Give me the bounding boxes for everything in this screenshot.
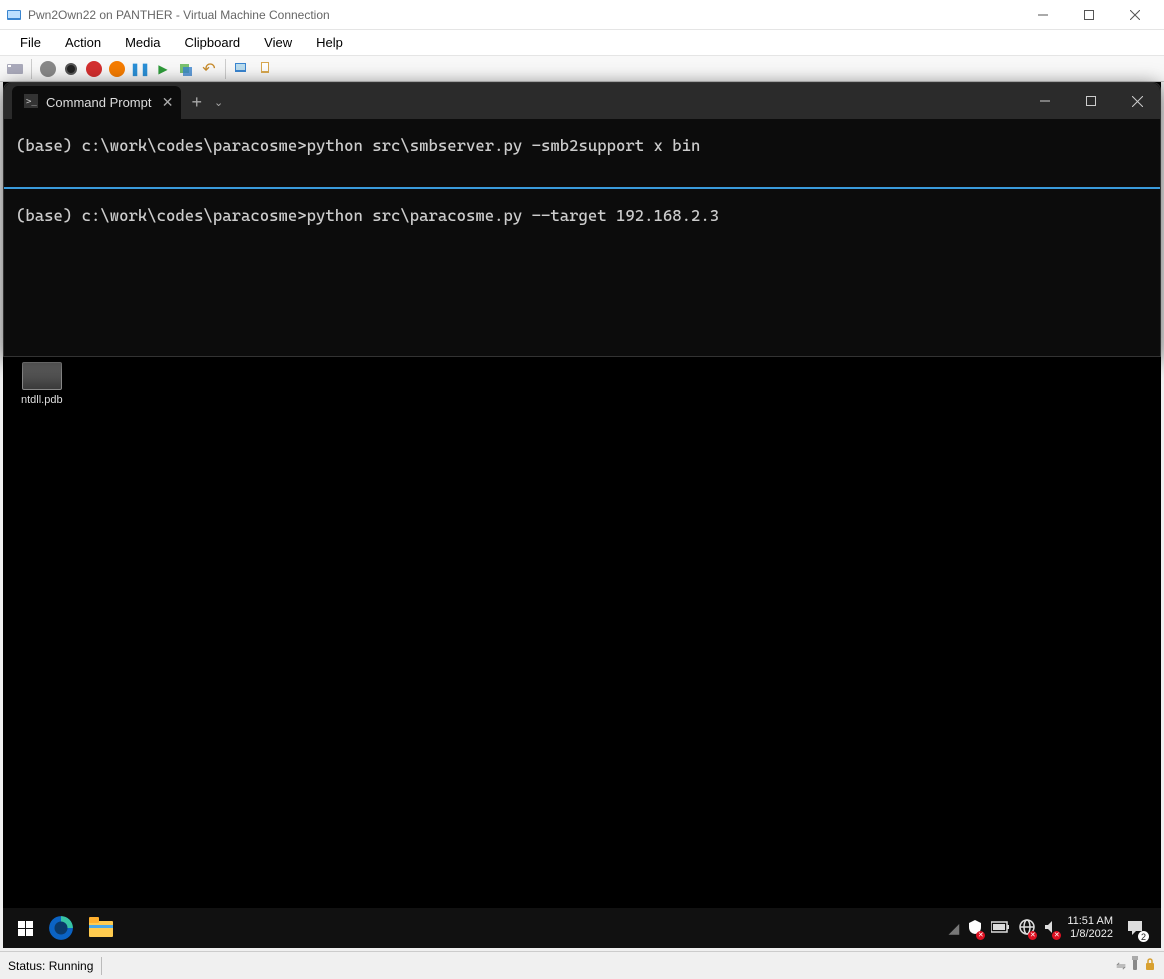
enhanced-session-icon[interactable] (233, 60, 251, 78)
revert-icon[interactable]: ↶ (200, 60, 218, 78)
tray-security-icon[interactable] (967, 919, 983, 938)
guest-taskbar: ◢ 11:51 AM 1/8/2022 2 (3, 908, 1161, 948)
tray-time-text: 11:51 AM (1067, 915, 1113, 928)
toolbar-separator (31, 59, 32, 79)
checkpoint-icon[interactable] (177, 60, 195, 78)
new-tab-button[interactable]: + (191, 92, 202, 113)
turn-off-icon[interactable] (62, 60, 80, 78)
tray-battery-icon[interactable] (991, 920, 1011, 936)
maximize-button[interactable] (1066, 0, 1112, 30)
vmc-menu-bar: File Action Media Clipboard View Help (0, 30, 1164, 56)
menu-view[interactable]: View (254, 33, 302, 52)
tray-date-text: 1/8/2022 (1067, 928, 1113, 941)
tray-hidden-icons[interactable]: ◢ (949, 920, 960, 937)
terminal-tab-title: Command Prompt (46, 95, 151, 110)
status-nic-icon: ⇋ (1116, 959, 1126, 973)
file-label: ntdll.pdb (21, 394, 63, 406)
taskbar-explorer-icon[interactable] (83, 910, 119, 946)
tray-notifications-icon[interactable]: 2 (1121, 914, 1149, 942)
start-button-icon[interactable] (39, 60, 57, 78)
terminal-pane-divider[interactable] (4, 187, 1160, 189)
status-lock-icon (1144, 957, 1156, 974)
notification-count-badge: 2 (1138, 931, 1149, 942)
vm-guest-display[interactable]: ntdll.pdb >_ Command Prompt ✕ + ⌄ (base)… (3, 82, 1161, 948)
windows-logo-icon (18, 921, 33, 936)
tray-clock[interactable]: 11:51 AM 1/8/2022 (1067, 915, 1113, 941)
terminal-window-controls (1022, 83, 1160, 119)
terminal-pane-top: (base) c:\work\codes\paracosme>python sr… (16, 133, 1148, 159)
tray-volume-icon[interactable] (1043, 919, 1059, 938)
system-tray: ◢ 11:51 AM 1/8/2022 2 (949, 914, 1155, 942)
menu-action[interactable]: Action (55, 33, 111, 52)
start-button[interactable] (9, 912, 41, 944)
shut-down-icon[interactable] (85, 60, 103, 78)
status-separator (101, 957, 102, 975)
terminal-close-button[interactable] (1114, 83, 1160, 119)
tab-dropdown-icon[interactable]: ⌄ (214, 96, 223, 109)
save-icon[interactable] (108, 60, 126, 78)
status-right-icons: ⇋ (1116, 956, 1156, 975)
terminal-maximize-button[interactable] (1068, 83, 1114, 119)
vmc-app-icon (6, 7, 22, 23)
terminal-minimize-button[interactable] (1022, 83, 1068, 119)
terminal-tab-bar: >_ Command Prompt ✕ + ⌄ (4, 83, 1160, 119)
menu-clipboard[interactable]: Clipboard (175, 33, 251, 52)
reset-icon[interactable]: ▶ (154, 60, 172, 78)
cmd-icon: >_ (24, 94, 38, 111)
menu-help[interactable]: Help (306, 33, 353, 52)
vmc-window-controls (1020, 0, 1158, 30)
terminal-body[interactable]: (base) c:\work\codes\paracosme>python sr… (4, 119, 1160, 242)
terminal-pane-bottom: (base) c:\work\codes\paracosme>python sr… (16, 203, 1148, 229)
vmc-title-text: Pwn2Own22 on PANTHER - Virtual Machine C… (28, 8, 1020, 22)
toolbar-separator (225, 59, 226, 79)
close-button[interactable] (1112, 0, 1158, 30)
status-text: Status: Running (8, 959, 93, 973)
tab-close-icon[interactable]: ✕ (162, 94, 174, 111)
menu-media[interactable]: Media (115, 33, 170, 52)
taskbar-edge-icon[interactable] (43, 910, 79, 946)
share-icon[interactable] (256, 60, 274, 78)
windows-terminal-window[interactable]: >_ Command Prompt ✕ + ⌄ (base) c:\work\c… (3, 82, 1161, 357)
status-usb-icon (1130, 956, 1140, 975)
ctrl-alt-del-icon[interactable] (6, 60, 24, 78)
vmc-toolbar: ❚❚ ▶ ↶ (0, 56, 1164, 82)
menu-file[interactable]: File (10, 33, 51, 52)
vmc-title-bar: Pwn2Own22 on PANTHER - Virtual Machine C… (0, 0, 1164, 30)
terminal-tab-cmd[interactable]: >_ Command Prompt ✕ (12, 86, 181, 119)
svg-text:>_: >_ (26, 97, 37, 107)
pause-icon[interactable]: ❚❚ (131, 60, 149, 78)
tray-network-icon[interactable] (1019, 919, 1035, 938)
file-icon (22, 362, 62, 390)
minimize-button[interactable] (1020, 0, 1066, 30)
vmc-status-bar: Status: Running ⇋ (0, 951, 1164, 979)
terminal-tab-actions: + ⌄ (191, 86, 223, 119)
desktop-file-ntdll[interactable]: ntdll.pdb (21, 362, 63, 406)
